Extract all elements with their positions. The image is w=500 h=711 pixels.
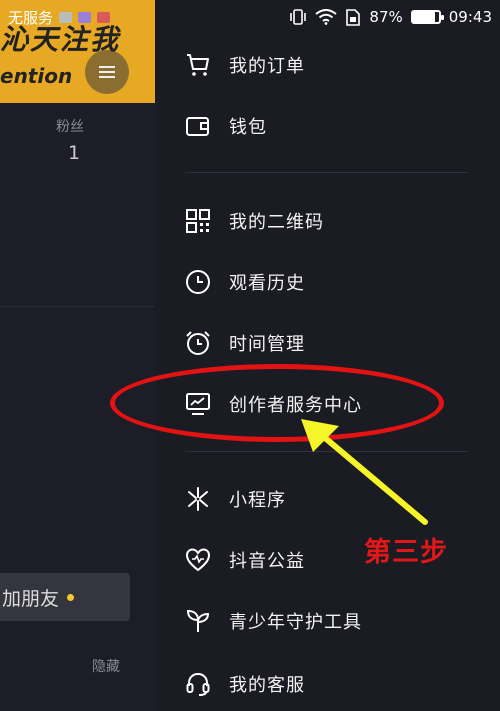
sim-icon [346, 8, 361, 26]
carrier-text: 无服务 [8, 8, 54, 27]
arrow-icon [301, 419, 428, 525]
battery-percent: 87% [369, 8, 403, 26]
vibrate-icon [290, 9, 307, 25]
status-bar: 无服务 87% 09:43 [0, 0, 500, 34]
app-icon [78, 11, 92, 23]
image-icon [59, 11, 73, 23]
step-three-label: 第三步 [364, 537, 448, 568]
battery-icon [410, 10, 444, 24]
clock-time: 09:43 [448, 8, 492, 26]
app-icon [97, 11, 111, 23]
wifi-icon [315, 9, 338, 25]
